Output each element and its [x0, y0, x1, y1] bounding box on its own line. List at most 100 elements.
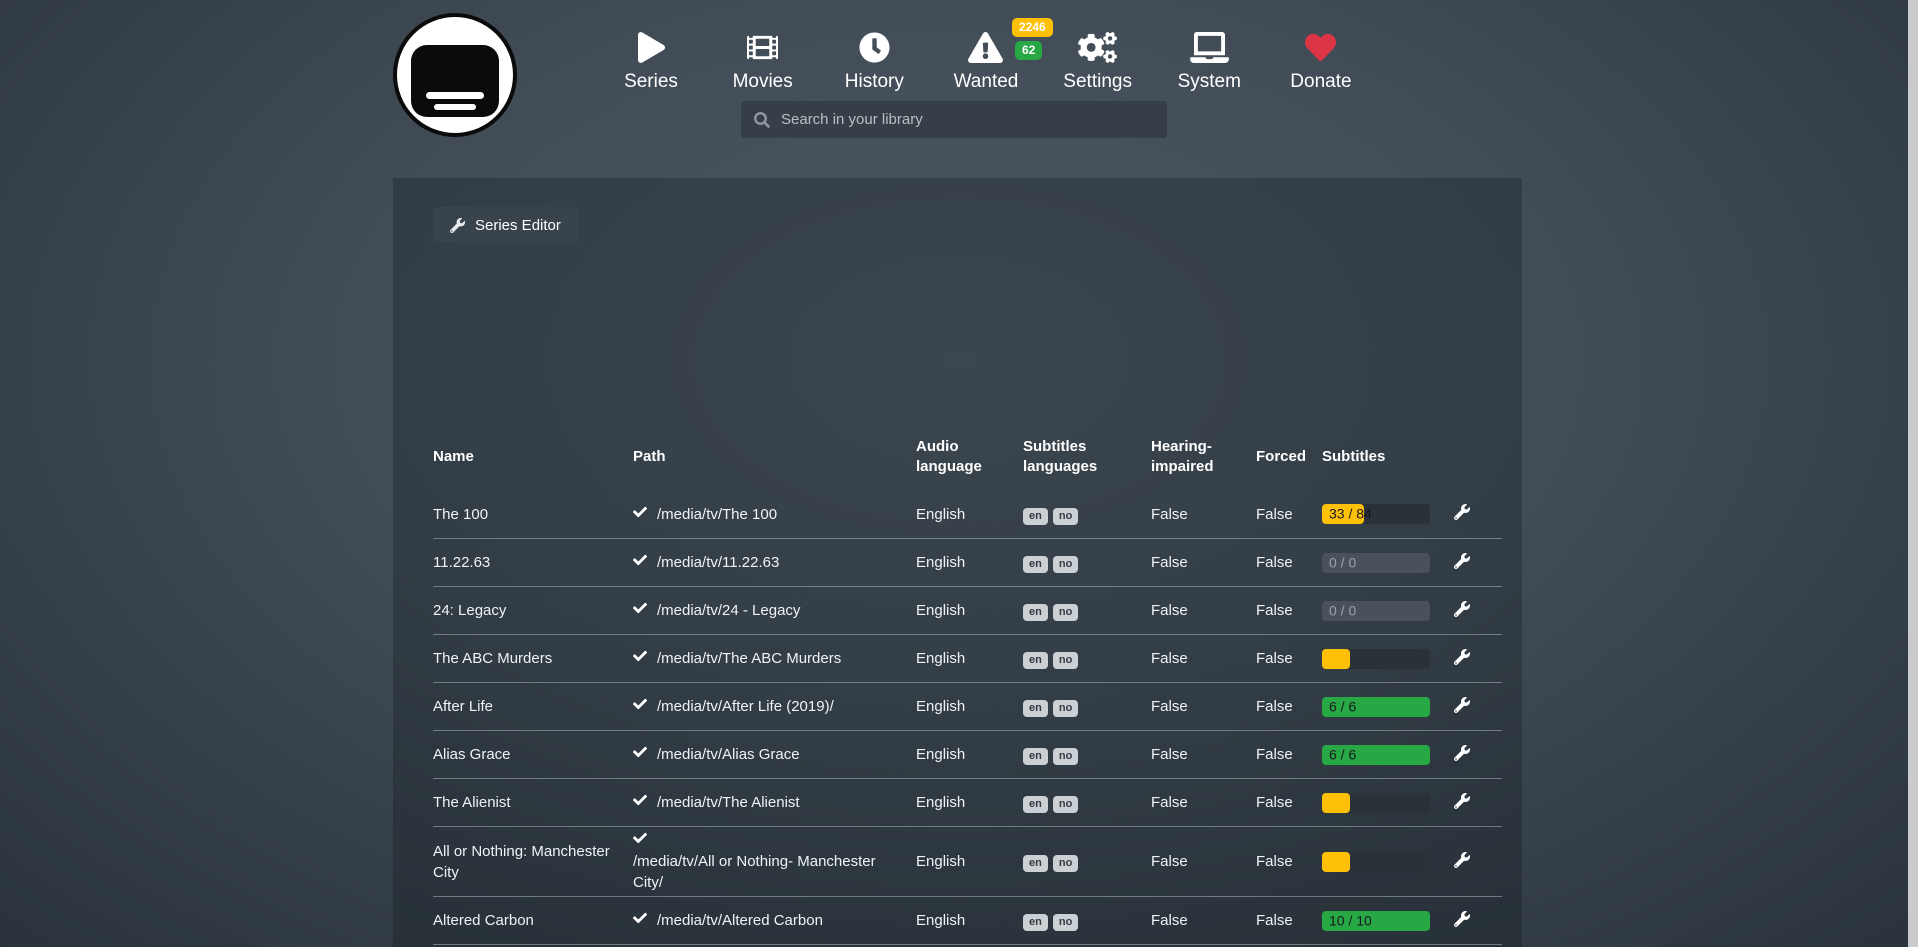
nav-item-system[interactable]: System: [1173, 30, 1245, 93]
nav-item-series[interactable]: Series: [615, 30, 687, 93]
progress-label: 0 / 0: [1329, 552, 1356, 573]
wrench-icon: [1454, 852, 1470, 868]
table-row: 24: Legacy /media/tv/24 - Legacy English…: [433, 586, 1502, 634]
edit-series-button[interactable]: [1452, 599, 1472, 622]
series-path-text: /media/tv/The Alienist: [657, 792, 800, 813]
subtitles-progress-bar: [1322, 649, 1430, 669]
series-name: After Life: [433, 696, 633, 717]
nav-item-label: History: [845, 71, 904, 93]
subtitles-languages-value: enno: [1023, 600, 1151, 621]
series-path-text: /media/tv/11.22.63: [657, 552, 779, 573]
wrench-icon: [1454, 745, 1470, 761]
series-path-text: /media/tv/The ABC Murders: [657, 648, 841, 669]
play-icon: [638, 30, 665, 64]
subtitles-progress-bar: 33 / 84: [1322, 504, 1430, 524]
progress-label: 0 / 0: [1329, 600, 1356, 621]
audio-language-value: English: [916, 648, 1023, 669]
subtitles-progress-bar: 6 / 6: [1322, 697, 1430, 717]
nav-item-history[interactable]: History: [838, 30, 910, 93]
audio-language-value: English: [916, 552, 1023, 573]
check-icon: [633, 504, 647, 525]
hearing-impaired-value: False: [1151, 792, 1256, 813]
language-badge: en: [1023, 652, 1048, 669]
series-path: /media/tv/All or Nothing- Manchester Cit…: [633, 830, 916, 893]
header-name: Name: [433, 447, 633, 467]
nav-item-movies[interactable]: Movies: [727, 30, 799, 93]
nav-item-settings[interactable]: Settings: [1062, 30, 1134, 93]
language-badge: en: [1023, 700, 1048, 717]
series-path-text: /media/tv/Alias Grace: [657, 744, 800, 765]
edit-series-button[interactable]: [1452, 551, 1472, 574]
edit-series-button[interactable]: [1452, 850, 1472, 873]
series-path: /media/tv/The ABC Murders: [633, 648, 916, 669]
wrench-icon: [1454, 697, 1470, 713]
series-editor-panel: Series Editor Name Path Audio language S…: [393, 178, 1522, 947]
language-badge: no: [1053, 748, 1078, 765]
series-editor-button[interactable]: Series Editor: [433, 207, 578, 243]
series-path: /media/tv/Alias Grace: [633, 744, 916, 765]
progress-fill: [1322, 852, 1350, 872]
audio-language-value: English: [916, 504, 1023, 525]
logo-subtitle-line: [434, 104, 476, 110]
bazarr-logo[interactable]: [393, 13, 517, 137]
language-badge: no: [1053, 508, 1078, 525]
hearing-impaired-value: False: [1151, 696, 1256, 717]
language-badge: en: [1023, 748, 1048, 765]
subtitles-progress-bar: 0 / 0: [1322, 553, 1430, 573]
hearing-impaired-value: False: [1151, 851, 1256, 872]
table-row: The Alienist /media/tv/The Alienist Engl…: [433, 778, 1502, 826]
wanted-count-badge: 62: [1015, 41, 1042, 60]
subtitles-languages-value: enno: [1023, 504, 1151, 525]
progress-label: 6 / 6: [1329, 744, 1356, 765]
edit-series-button[interactable]: [1452, 909, 1472, 932]
search-icon: [754, 112, 770, 128]
edit-series-button[interactable]: [1452, 743, 1472, 766]
edit-series-button[interactable]: [1452, 647, 1472, 670]
series-path: /media/tv/The Alienist: [633, 792, 916, 813]
vertical-scrollbar[interactable]: [1908, 0, 1918, 947]
nav-item-wanted[interactable]: 224662Wanted: [950, 30, 1022, 93]
hearing-impaired-value: False: [1151, 552, 1256, 573]
top-nav: Series Movies History 224662Wanted Settings S…: [615, 30, 1357, 93]
forced-value: False: [1256, 744, 1322, 765]
nav-item-label: Movies: [733, 71, 793, 93]
progress-fill: [1322, 649, 1350, 669]
check-icon: [633, 600, 647, 621]
film-icon: [747, 30, 778, 64]
check-icon: [633, 744, 647, 765]
language-badge: en: [1023, 914, 1048, 931]
series-name: The 100: [433, 504, 633, 525]
warning-triangle-icon: [968, 30, 1003, 64]
series-editor-label: Series Editor: [475, 217, 561, 234]
edit-series-button[interactable]: [1452, 695, 1472, 718]
forced-value: False: [1256, 504, 1322, 525]
nav-item-donate[interactable]: Donate: [1285, 30, 1357, 93]
search-input[interactable]: [781, 111, 1154, 128]
subtitles-progress-bar: 0 / 0: [1322, 601, 1430, 621]
header-hearing-impaired: Hearing-impaired: [1151, 437, 1256, 477]
table-row: 11.22.63 /media/tv/11.22.63 English enno…: [433, 538, 1502, 586]
header-path: Path: [633, 447, 916, 467]
table-body: The 100 /media/tv/The 100 English enno F…: [433, 490, 1502, 947]
language-badge: no: [1053, 604, 1078, 621]
forced-value: False: [1256, 552, 1322, 573]
series-name: All or Nothing: Manchester City: [433, 841, 633, 883]
check-icon: [633, 792, 647, 813]
subtitles-languages-value: enno: [1023, 648, 1151, 669]
logo-subtitle-line: [426, 92, 484, 99]
audio-language-value: English: [916, 910, 1023, 931]
wrench-icon: [1454, 553, 1470, 569]
progress-label: 33 / 84: [1329, 504, 1372, 525]
progress-label: 6 / 6: [1329, 696, 1356, 717]
subtitles-languages-value: enno: [1023, 744, 1151, 765]
series-path-text: /media/tv/After Life (2019)/: [657, 696, 834, 717]
edit-series-button[interactable]: [1452, 791, 1472, 814]
edit-series-button[interactable]: [1452, 502, 1472, 525]
hearing-impaired-value: False: [1151, 648, 1256, 669]
series-name: Altered Carbon: [433, 910, 633, 931]
header-forced: Forced: [1256, 447, 1322, 467]
subtitles-progress-bar: 6 / 6: [1322, 745, 1430, 765]
table-row: All or Nothing: Manchester City /media/t…: [433, 826, 1502, 896]
hearing-impaired-value: False: [1151, 504, 1256, 525]
subtitles-languages-value: enno: [1023, 552, 1151, 573]
